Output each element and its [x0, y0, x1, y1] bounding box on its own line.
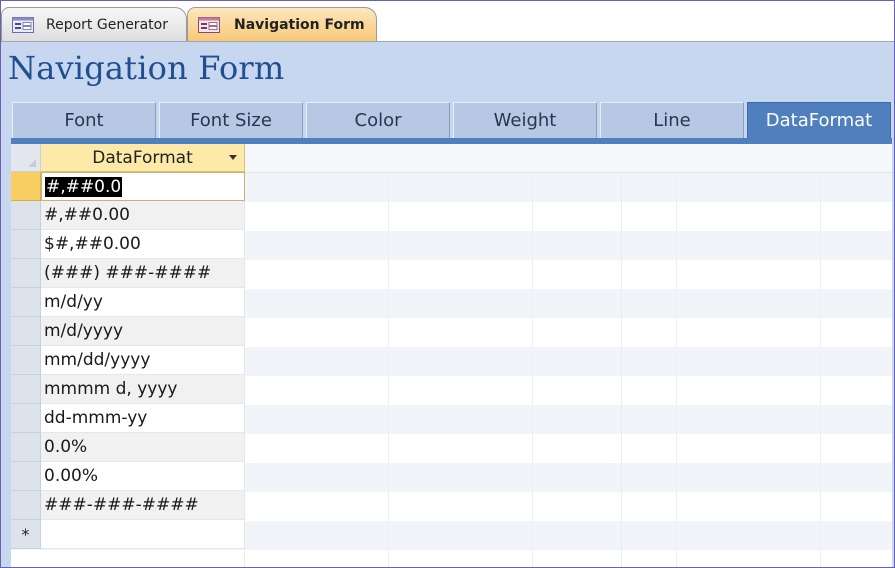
tab-label: Weight: [493, 110, 557, 131]
datasheet-rows: #,##0.0 #,##0.00 $#,##0.00 (###) ###-###…: [11, 172, 245, 567]
table-row[interactable]: #,##0.0: [11, 172, 245, 201]
table-row[interactable]: $#,##0.00: [11, 230, 245, 259]
new-record-row[interactable]: *: [11, 520, 245, 549]
record-selector[interactable]: [11, 491, 41, 520]
record-selector[interactable]: [11, 288, 41, 317]
table-row[interactable]: #,##0.00: [11, 201, 245, 230]
record-selector[interactable]: [11, 433, 41, 462]
record-selector[interactable]: [11, 172, 41, 201]
doc-tab-label: Navigation Form: [234, 16, 365, 33]
table-cell[interactable]: (###) ###-####: [41, 259, 245, 288]
tab-color[interactable]: Color: [306, 102, 450, 138]
new-record-icon[interactable]: *: [11, 520, 41, 549]
column-header-empty: [245, 144, 892, 173]
record-selector[interactable]: [11, 375, 41, 404]
table-cell[interactable]: mmmm d, yyyy: [41, 375, 245, 404]
grid-line: [532, 144, 533, 567]
table-row[interactable]: 0.00%: [11, 462, 245, 491]
document-tab-bar: Report Generator Navigation Form: [1, 1, 894, 42]
tab-font[interactable]: Font: [12, 102, 156, 138]
tab-label: Font: [64, 110, 104, 131]
table-cell[interactable]: 0.0%: [41, 433, 245, 462]
tab-dataformat[interactable]: DataFormat: [747, 102, 891, 138]
form-icon: [12, 16, 34, 33]
record-selector[interactable]: [11, 230, 41, 259]
table-row[interactable]: (###) ###-####: [11, 259, 245, 288]
table-row[interactable]: dd-mmm-yy: [11, 404, 245, 433]
record-selector[interactable]: [11, 346, 41, 375]
doc-tab-report-generator[interactable]: Report Generator: [1, 7, 187, 41]
datasheet: DataFormat #,##0.0 #,##0.00 $#,##0.00 (#…: [11, 144, 892, 567]
column-header-label: DataFormat: [92, 147, 193, 168]
table-cell[interactable]: m/d/yy: [41, 288, 245, 317]
table-cell[interactable]: ###-###-####: [41, 491, 245, 520]
table-cell[interactable]: #,##0.0: [41, 172, 245, 201]
table-row[interactable]: m/d/yyyy: [11, 317, 245, 346]
record-selector[interactable]: [11, 462, 41, 491]
chevron-down-icon[interactable]: [229, 155, 237, 160]
doc-tab-navigation-form[interactable]: Navigation Form: [187, 7, 377, 41]
grid-line: [676, 144, 677, 567]
column-header-dataformat[interactable]: DataFormat: [41, 144, 245, 172]
selected-text[interactable]: #,##0.0: [45, 176, 123, 197]
record-selector[interactable]: [11, 259, 41, 288]
table-cell[interactable]: #,##0.00: [41, 201, 245, 230]
record-selector[interactable]: [11, 317, 41, 346]
table-cell[interactable]: m/d/yyyy: [41, 317, 245, 346]
record-selector[interactable]: [11, 404, 41, 433]
table-row[interactable]: 0.0%: [11, 433, 245, 462]
tab-line[interactable]: Line: [600, 102, 744, 138]
table-cell[interactable]: mm/dd/yyyy: [41, 346, 245, 375]
record-selector[interactable]: [11, 201, 41, 230]
table-cell[interactable]: $#,##0.00: [41, 230, 245, 259]
table-row[interactable]: m/d/yy: [11, 288, 245, 317]
grid-line: [820, 144, 821, 567]
form-icon: [198, 16, 220, 33]
table-row[interactable]: ###-###-####: [11, 491, 245, 520]
tab-weight[interactable]: Weight: [453, 102, 597, 138]
access-window: Report Generator Navigation Form Navigat…: [0, 0, 895, 568]
grid-line: [388, 144, 389, 567]
page-title: Navigation Form: [8, 49, 285, 87]
table-row[interactable]: mmmm d, yyyy: [11, 375, 245, 404]
table-cell[interactable]: 0.00%: [41, 462, 245, 491]
tab-label: Font Size: [190, 110, 272, 131]
table-row[interactable]: mm/dd/yyyy: [11, 346, 245, 375]
tab-label: Line: [653, 110, 691, 131]
select-all-corner[interactable]: [11, 144, 41, 172]
table-cell[interactable]: dd-mmm-yy: [41, 404, 245, 433]
tab-label: Color: [354, 110, 402, 131]
table-cell[interactable]: [41, 520, 245, 549]
select-all-icon: [28, 159, 36, 167]
tab-label: DataFormat: [765, 110, 873, 131]
tab-font-size[interactable]: Font Size: [159, 102, 303, 138]
doc-tab-label: Report Generator: [46, 16, 168, 33]
